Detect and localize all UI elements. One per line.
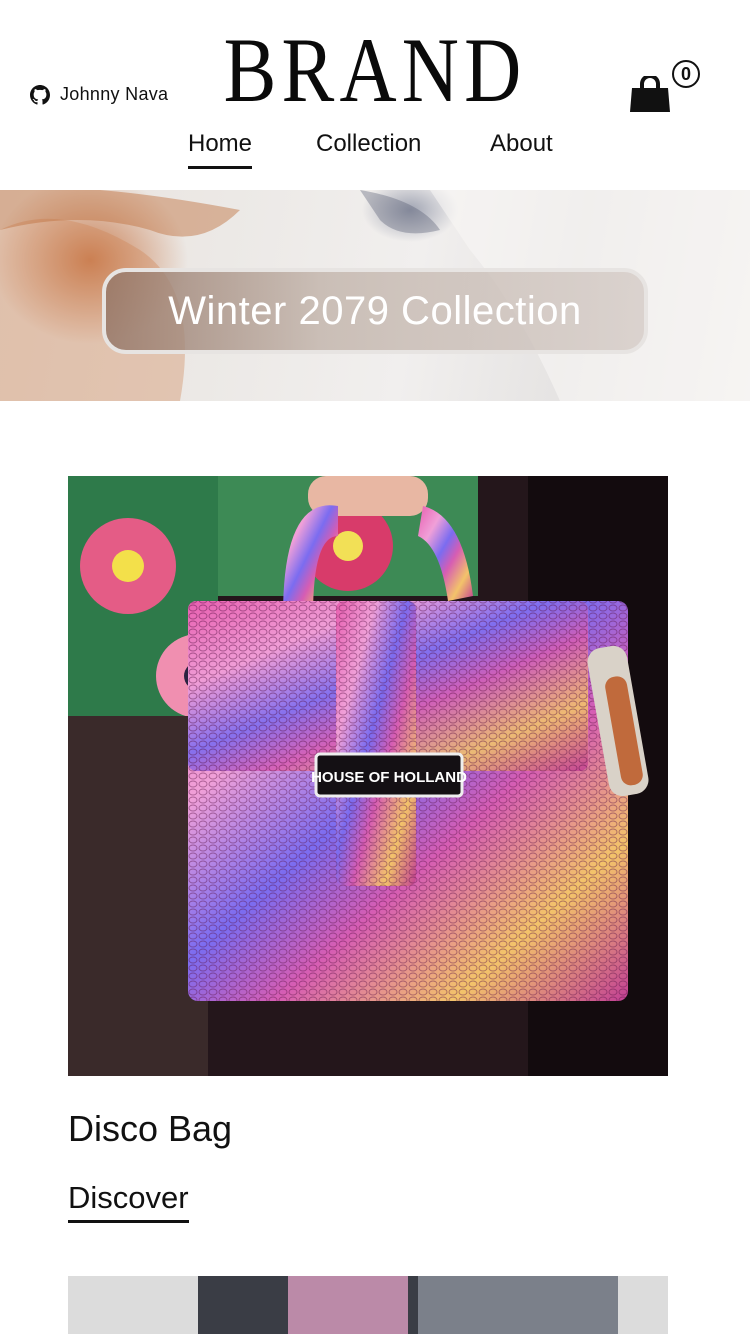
- hero-caption-box[interactable]: Winter 2079 Collection: [102, 268, 648, 354]
- bag-label: HOUSE OF HOLLAND: [311, 769, 467, 786]
- next-product-image[interactable]: [68, 1276, 668, 1334]
- nav-item-home[interactable]: Home: [188, 130, 253, 169]
- site-header: Johnny Nava BRAND 0 Home Collection Abou…: [0, 0, 750, 190]
- hero-caption: Winter 2079 Collection: [168, 288, 582, 333]
- main-nav: Home Collection About: [0, 130, 750, 174]
- cart-button[interactable]: 0: [628, 58, 704, 118]
- hero-banner: Winter 2079 Collection: [0, 190, 750, 401]
- github-icon: [30, 84, 50, 105]
- next-product-photo: [68, 1276, 668, 1334]
- brand-logo[interactable]: BRAND: [53, 22, 698, 118]
- shopping-bag-icon: [630, 76, 670, 112]
- nav-item-collection[interactable]: Collection: [316, 130, 421, 166]
- discover-link[interactable]: Discover: [68, 1180, 189, 1223]
- product-name: Disco Bag: [68, 1108, 233, 1149]
- product-image[interactable]: HOUSE OF HOLLAND: [68, 476, 668, 1076]
- nav-item-about[interactable]: About: [490, 130, 553, 166]
- cart-count-badge: 0: [672, 60, 700, 88]
- disco-bag-photo: HOUSE OF HOLLAND: [68, 476, 668, 1076]
